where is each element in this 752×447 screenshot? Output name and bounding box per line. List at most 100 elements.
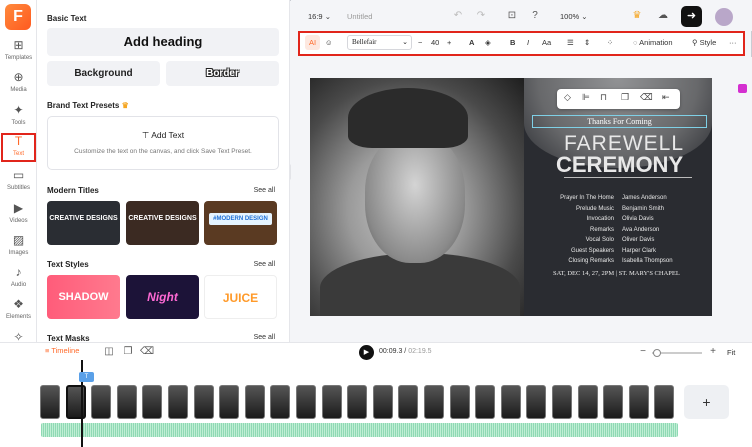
- timeline-clip[interactable]: [603, 385, 624, 419]
- app-logo[interactable]: F: [5, 4, 31, 30]
- highlight-color-icon[interactable]: ◈: [485, 35, 491, 50]
- program-role[interactable]: Remarks: [532, 227, 614, 233]
- timeline-clip[interactable]: [552, 385, 572, 419]
- spacing-icon[interactable]: ⇕: [584, 35, 590, 50]
- template-creative-designs-1[interactable]: CREATIVE DESIGNS: [47, 201, 120, 245]
- see-all-text-masks[interactable]: See all: [254, 334, 275, 341]
- rail-item-subtitles[interactable]: ▭ Subtitles: [0, 168, 37, 198]
- audio-waveform[interactable]: [41, 423, 678, 437]
- timeline-clip[interactable]: [193, 385, 214, 419]
- rail-item-templates[interactable]: ⊞ Templates: [0, 38, 37, 68]
- zoom-in-icon[interactable]: +: [706, 345, 720, 359]
- copy-icon[interactable]: ❐: [121, 345, 135, 359]
- timeline-clip[interactable]: [91, 385, 112, 419]
- rail-item-media[interactable]: ⊕ Media: [0, 70, 37, 100]
- avatar[interactable]: [715, 8, 733, 26]
- timeline-clip[interactable]: [424, 385, 444, 419]
- style-night[interactable]: Night: [126, 275, 199, 319]
- timeline-clip[interactable]: [296, 385, 316, 419]
- fit-button[interactable]: Fit: [727, 348, 735, 357]
- rail-item-videos[interactable]: ▶ Videos: [0, 201, 37, 231]
- unlock-icon[interactable]: ⊓: [600, 92, 607, 103]
- timeline-clip[interactable]: [40, 385, 60, 419]
- program-name[interactable]: James Anderson: [622, 195, 667, 201]
- effects-icon[interactable]: ⁘: [607, 35, 613, 50]
- text-color-icon[interactable]: A: [469, 35, 474, 50]
- trash-icon[interactable]: ⌫: [140, 345, 154, 359]
- timeline-clip[interactable]: [321, 385, 342, 419]
- program-name[interactable]: Ava Anderson: [622, 227, 659, 233]
- timeline-clip[interactable]: [168, 385, 188, 419]
- comment-icon[interactable]: ☺: [325, 35, 333, 50]
- font-family-select[interactable]: Bellefair ⌄: [347, 35, 412, 50]
- timeline-clip[interactable]: [219, 385, 240, 419]
- zoom-select[interactable]: 100% ⌄: [560, 12, 588, 21]
- timeline-zoom-slider[interactable]: [652, 349, 702, 357]
- thanks-text[interactable]: Thanks For Coming: [532, 115, 707, 128]
- undo-icon[interactable]: ↶: [451, 9, 465, 23]
- aspect-ratio-select[interactable]: 16:9 ⌄: [308, 12, 331, 21]
- duplicate-icon[interactable]: ❐: [621, 92, 629, 103]
- add-text-preset-box[interactable]: ⊤ Add Text Customize the text on the can…: [47, 116, 279, 170]
- italic-icon[interactable]: I: [527, 35, 529, 50]
- timeline-clip[interactable]: [244, 385, 265, 419]
- rail-item-tools[interactable]: ✦ Tools: [0, 103, 37, 133]
- portrait-photo[interactable]: [310, 78, 524, 316]
- cloud-icon[interactable]: ☁: [656, 9, 670, 23]
- template-modern-design[interactable]: #MODERN DESIGN: [204, 201, 277, 245]
- redo-icon[interactable]: ↷: [474, 9, 488, 23]
- program-role[interactable]: Guest Speakers: [532, 248, 614, 254]
- layers-icon[interactable]: ◇: [564, 92, 571, 103]
- program-role[interactable]: Prelude Music: [532, 206, 614, 212]
- see-all-modern-titles[interactable]: See all: [254, 187, 275, 194]
- program-name[interactable]: Isabella Thompson: [622, 258, 673, 264]
- rail-item-elements[interactable]: ❖ Elements: [0, 297, 37, 327]
- style-juice[interactable]: JUICE: [204, 275, 277, 319]
- ai-text-icon[interactable]: AI: [305, 35, 320, 50]
- animation-button[interactable]: ◌ Animation: [633, 35, 673, 50]
- font-size-value[interactable]: 40: [431, 35, 439, 50]
- rail-item-images[interactable]: ▨ Images: [0, 233, 37, 263]
- rail-item-audio[interactable]: ♪ Audio: [0, 265, 37, 295]
- align-left-icon[interactable]: ⊫: [582, 92, 590, 103]
- magic-badge-icon[interactable]: [738, 84, 747, 93]
- timeline-clip[interactable]: [270, 385, 291, 419]
- background-text-button[interactable]: Background: [47, 61, 160, 86]
- event-footer[interactable]: SAT, DEC 14, 27, 2PM | ST. MARY'S CHAPEL: [553, 270, 680, 277]
- timeline-clip[interactable]: [142, 385, 163, 419]
- play-button[interactable]: ▶: [359, 345, 374, 360]
- timeline-clip[interactable]: [372, 385, 393, 419]
- program-name[interactable]: Harper Clark: [622, 248, 656, 254]
- timeline-clip[interactable]: [526, 385, 547, 419]
- zoom-out-icon[interactable]: −: [636, 345, 650, 359]
- timeline-clip[interactable]: [577, 385, 598, 419]
- add-clip-button[interactable]: +: [684, 385, 729, 419]
- crown-icon[interactable]: ♛: [630, 9, 644, 23]
- border-text-button[interactable]: Border: [166, 61, 279, 86]
- program-role[interactable]: Closing Remarks: [532, 258, 614, 264]
- slider-knob[interactable]: [653, 349, 661, 357]
- case-button[interactable]: Aa: [542, 35, 551, 50]
- program-role[interactable]: Invocation: [532, 216, 614, 222]
- project-title[interactable]: Untitled: [347, 12, 372, 21]
- align-icon[interactable]: ☰: [567, 35, 574, 50]
- add-heading-button[interactable]: Add heading: [47, 28, 279, 56]
- timeline-clip[interactable]: [449, 385, 470, 419]
- delete-icon[interactable]: ⌫: [640, 92, 653, 103]
- slide[interactable]: Thanks For Coming FAREWELL CEREMONY Pray…: [310, 78, 712, 316]
- style-shadow[interactable]: SHADOW: [47, 275, 120, 319]
- help-icon[interactable]: ?: [528, 9, 542, 23]
- style-button[interactable]: ⚲ Style: [692, 35, 716, 50]
- export-arrow-button[interactable]: ➜: [681, 6, 702, 27]
- timeline-clip[interactable]: [116, 385, 137, 419]
- more-options-button[interactable]: ···: [729, 35, 737, 50]
- timeline-clip[interactable]: [398, 385, 419, 419]
- timeline-clip[interactable]: [347, 385, 368, 419]
- timeline-clip[interactable]: [500, 385, 521, 419]
- timeline-clip[interactable]: [475, 385, 496, 419]
- program-name[interactable]: Benjamin Smith: [622, 206, 664, 212]
- timeline-clip[interactable]: [628, 385, 649, 419]
- split-view-icon[interactable]: ◫: [102, 345, 116, 359]
- see-all-text-styles[interactable]: See all: [254, 261, 275, 268]
- program-name[interactable]: Oliver Davis: [622, 237, 654, 243]
